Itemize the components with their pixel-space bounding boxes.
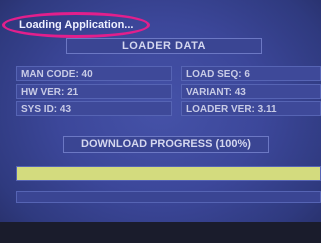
load-seq-field: LOAD SEQ: 6: [181, 66, 321, 81]
loader-data-header: LOADER DATA: [66, 38, 262, 54]
hw-ver-field: HW VER: 21: [16, 84, 172, 99]
loader-ver-field: LOADER VER: 3.11: [181, 101, 321, 116]
title-highlight: Loading Application...: [2, 12, 150, 38]
man-code-field: MAN CODE: 40: [16, 66, 172, 81]
download-progress-header: DOWNLOAD PROGRESS (100%): [63, 136, 269, 153]
loader-screen: Loading Application... LOADER DATA MAN C…: [0, 0, 321, 243]
status-bar: [16, 191, 321, 203]
download-progress-fill: [17, 167, 320, 180]
download-progress-bar: [16, 166, 321, 181]
sys-id-field: SYS ID: 43: [16, 101, 172, 116]
loading-title: Loading Application...: [19, 19, 134, 31]
screen-bezel: [0, 222, 321, 243]
variant-field: VARIANT: 43: [181, 84, 321, 99]
